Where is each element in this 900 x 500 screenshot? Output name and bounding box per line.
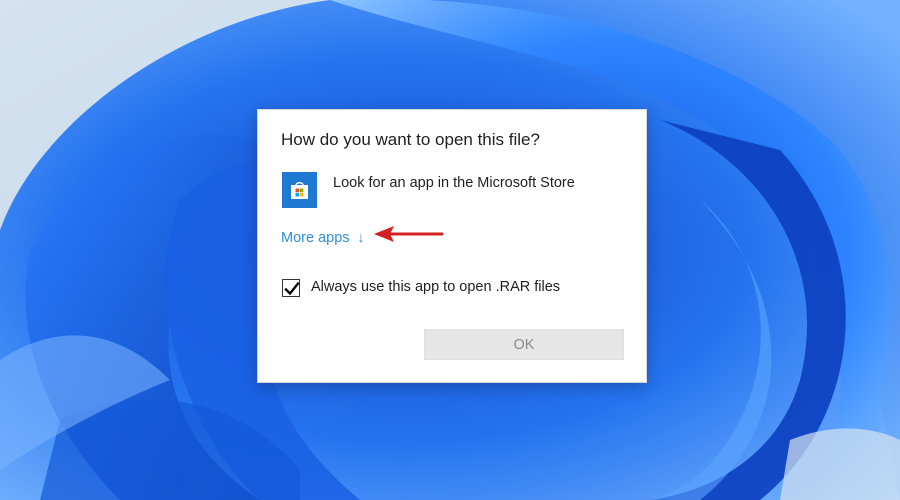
more-apps-label: More apps bbox=[281, 230, 350, 246]
microsoft-store-option[interactable]: Look for an app in the Microsoft Store bbox=[282, 172, 622, 208]
microsoft-store-icon bbox=[282, 172, 317, 208]
store-option-label: Look for an app in the Microsoft Store bbox=[333, 175, 575, 191]
ok-button[interactable]: OK bbox=[424, 329, 624, 360]
dialog-title: How do you want to open this file? bbox=[281, 130, 540, 149]
open-with-dialog: How do you want to open this file? Look … bbox=[257, 109, 647, 383]
always-use-label: Always use this app to open .RAR files bbox=[311, 279, 561, 295]
more-apps-link[interactable]: More apps ↓ bbox=[281, 229, 365, 249]
always-use-checkbox[interactable] bbox=[282, 279, 300, 297]
red-annotation-arrow bbox=[374, 226, 444, 242]
checkmark-icon bbox=[284, 281, 300, 296]
arrow-down-icon: ↓ bbox=[357, 229, 365, 245]
